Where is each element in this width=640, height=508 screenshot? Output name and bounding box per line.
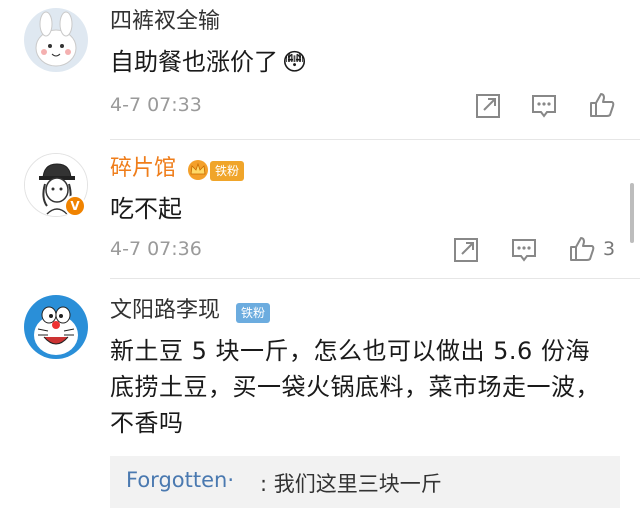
share-icon[interactable] [474, 92, 502, 120]
comment-item: V 碎片馆 铁粉 吃不起 4-7 07:36 3 [0, 141, 640, 279]
comment-divider [110, 139, 640, 140]
comment-username[interactable]: 四裤衩全输 [110, 8, 220, 36]
avatar[interactable] [24, 295, 88, 359]
reply-text: : 我们这里三块一斤 [260, 472, 442, 496]
comment-username[interactable]: 文阳路李现 [110, 297, 220, 325]
avatar[interactable] [24, 8, 88, 72]
like-count: 3 [603, 238, 616, 260]
crown-icon [188, 160, 208, 180]
comment-text-content: 自助餐也涨价了 [110, 48, 278, 76]
reply-preview[interactable]: Forgotten· : 我们这里三块一斤 [110, 456, 620, 508]
flushed-face-emoji: 😳 [282, 48, 308, 76]
comment-text: 自助餐也涨价了 😳 [110, 44, 307, 80]
comment-item: 四裤衩全输 自助餐也涨价了 😳 4-7 07:33 [0, 0, 640, 140]
share-icon[interactable] [452, 236, 480, 264]
comment-icon[interactable] [530, 92, 558, 120]
comment-item: 文阳路李现 铁粉 新土豆 5 块一斤，怎么也可以做出 5.6 份海底捞土豆，买一… [0, 280, 640, 508]
verified-badge-label: V [70, 199, 80, 213]
comment-divider [110, 278, 640, 279]
scrollbar[interactable] [630, 183, 634, 243]
thumbs-up-icon[interactable] [568, 235, 596, 263]
comment-timestamp: 4-7 07:36 [110, 238, 202, 260]
verified-badge: V [64, 195, 86, 217]
fan-badge: 铁粉 [210, 161, 245, 181]
reply-username[interactable]: Forgotten· [126, 468, 234, 492]
comment-timestamp: 4-7 07:33 [110, 94, 202, 116]
comment-icon[interactable] [510, 236, 538, 264]
fan-badge: 铁粉 [236, 303, 271, 323]
comment-text: 新土豆 5 块一斤，怎么也可以做出 5.6 份海底捞土豆，买一袋火锅底料，菜市场… [110, 337, 600, 437]
comment-username[interactable]: 碎片馆 [110, 155, 176, 183]
thumbs-up-icon[interactable] [588, 91, 616, 119]
comment-text: 吃不起 [110, 195, 182, 223]
